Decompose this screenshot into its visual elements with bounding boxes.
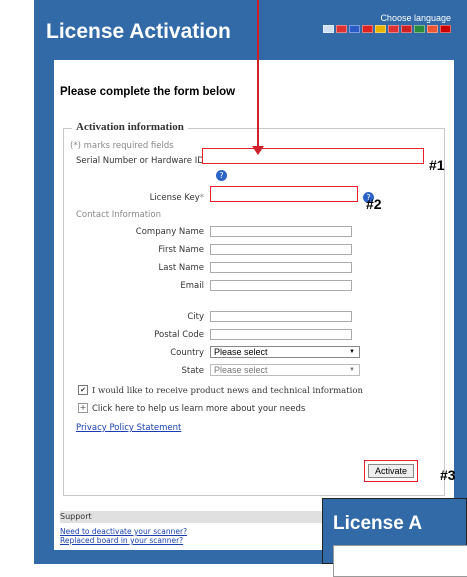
activate-button[interactable]: Activate — [368, 464, 414, 478]
chevron-down-icon: ▼ — [349, 367, 355, 373]
flag-icon[interactable] — [375, 25, 386, 33]
serial-help-icon[interactable]: ? — [216, 170, 227, 181]
deactivate-link[interactable]: Need to deactivate your scanner? — [60, 527, 187, 536]
expand-label[interactable]: Click here to help us learn more about y… — [92, 404, 305, 414]
required-star: * — [199, 193, 204, 203]
state-select[interactable]: Please select ▼ — [210, 364, 360, 376]
country-select[interactable]: Please select ▼ — [210, 346, 360, 358]
chevron-down-icon: ▼ — [349, 349, 355, 355]
country-label: Country — [170, 348, 204, 358]
expand-plus-icon[interactable]: + — [78, 403, 88, 413]
overlay-title: License A — [333, 513, 423, 534]
required-note: (*) marks required fields — [70, 141, 174, 151]
flag-icon[interactable] — [362, 25, 373, 33]
annotation-arrow-head — [252, 146, 264, 155]
postal-label: Postal Code — [154, 330, 204, 340]
overlay-window: License A — [322, 498, 467, 577]
serial-label: Serial Number or Hardware ID — [76, 156, 204, 166]
overlay-panel — [333, 545, 467, 577]
annotation-arrow-line — [257, 0, 259, 148]
flag-icon[interactable] — [401, 25, 412, 33]
license-key-label-text: License Key — [149, 193, 200, 203]
license-activation-window: License Activation Choose language Pleas… — [34, 0, 467, 564]
license-key-label: License Key* — [64, 193, 204, 203]
choose-language-label[interactable]: Choose language — [380, 13, 451, 23]
first-name-input[interactable] — [210, 244, 352, 255]
state-select-value: Please select — [214, 365, 268, 375]
newsletter-checkbox[interactable]: ✔ — [78, 385, 88, 395]
support-title: Support — [60, 512, 92, 521]
email-label: Email — [180, 281, 204, 291]
city-input[interactable] — [210, 311, 352, 322]
flag-icon[interactable] — [349, 25, 360, 33]
annotation-label-2: #2 — [366, 196, 382, 212]
annotation-label-1: #1 — [429, 157, 445, 173]
form-panel: Please complete the form below Activatio… — [54, 60, 454, 550]
company-label: Company Name — [135, 227, 204, 237]
replaced-board-link[interactable]: Replaced board in your scanner? — [60, 536, 183, 545]
license-key-input[interactable] — [210, 186, 358, 202]
flag-icon[interactable] — [427, 25, 438, 33]
first-name-label: First Name — [158, 245, 204, 255]
annotation-label-3: #3 — [440, 467, 456, 483]
form-heading: Please complete the form below — [60, 86, 236, 98]
contact-info-label: Contact Information — [76, 210, 161, 220]
flag-icon[interactable] — [414, 25, 425, 33]
last-name-label: Last Name — [158, 263, 204, 273]
fieldset-legend: Activation information — [72, 121, 188, 133]
language-flags — [323, 25, 451, 33]
serial-input[interactable] — [202, 148, 424, 164]
flag-icon[interactable] — [440, 25, 451, 33]
city-label: City — [187, 312, 204, 322]
privacy-policy-link[interactable]: Privacy Policy Statement — [76, 423, 181, 433]
window-title: License Activation — [46, 20, 231, 43]
newsletter-label: I would like to receive product news and… — [92, 386, 363, 396]
company-input[interactable] — [210, 226, 352, 237]
last-name-input[interactable] — [210, 262, 352, 273]
flag-icon[interactable] — [323, 25, 334, 33]
email-input[interactable] — [210, 280, 352, 291]
country-select-value: Please select — [214, 347, 268, 357]
flag-icon[interactable] — [388, 25, 399, 33]
state-label: State — [181, 366, 205, 376]
postal-input[interactable] — [210, 329, 352, 340]
flag-icon[interactable] — [336, 25, 347, 33]
activation-fieldset: Activation information (*) marks require… — [63, 121, 445, 496]
